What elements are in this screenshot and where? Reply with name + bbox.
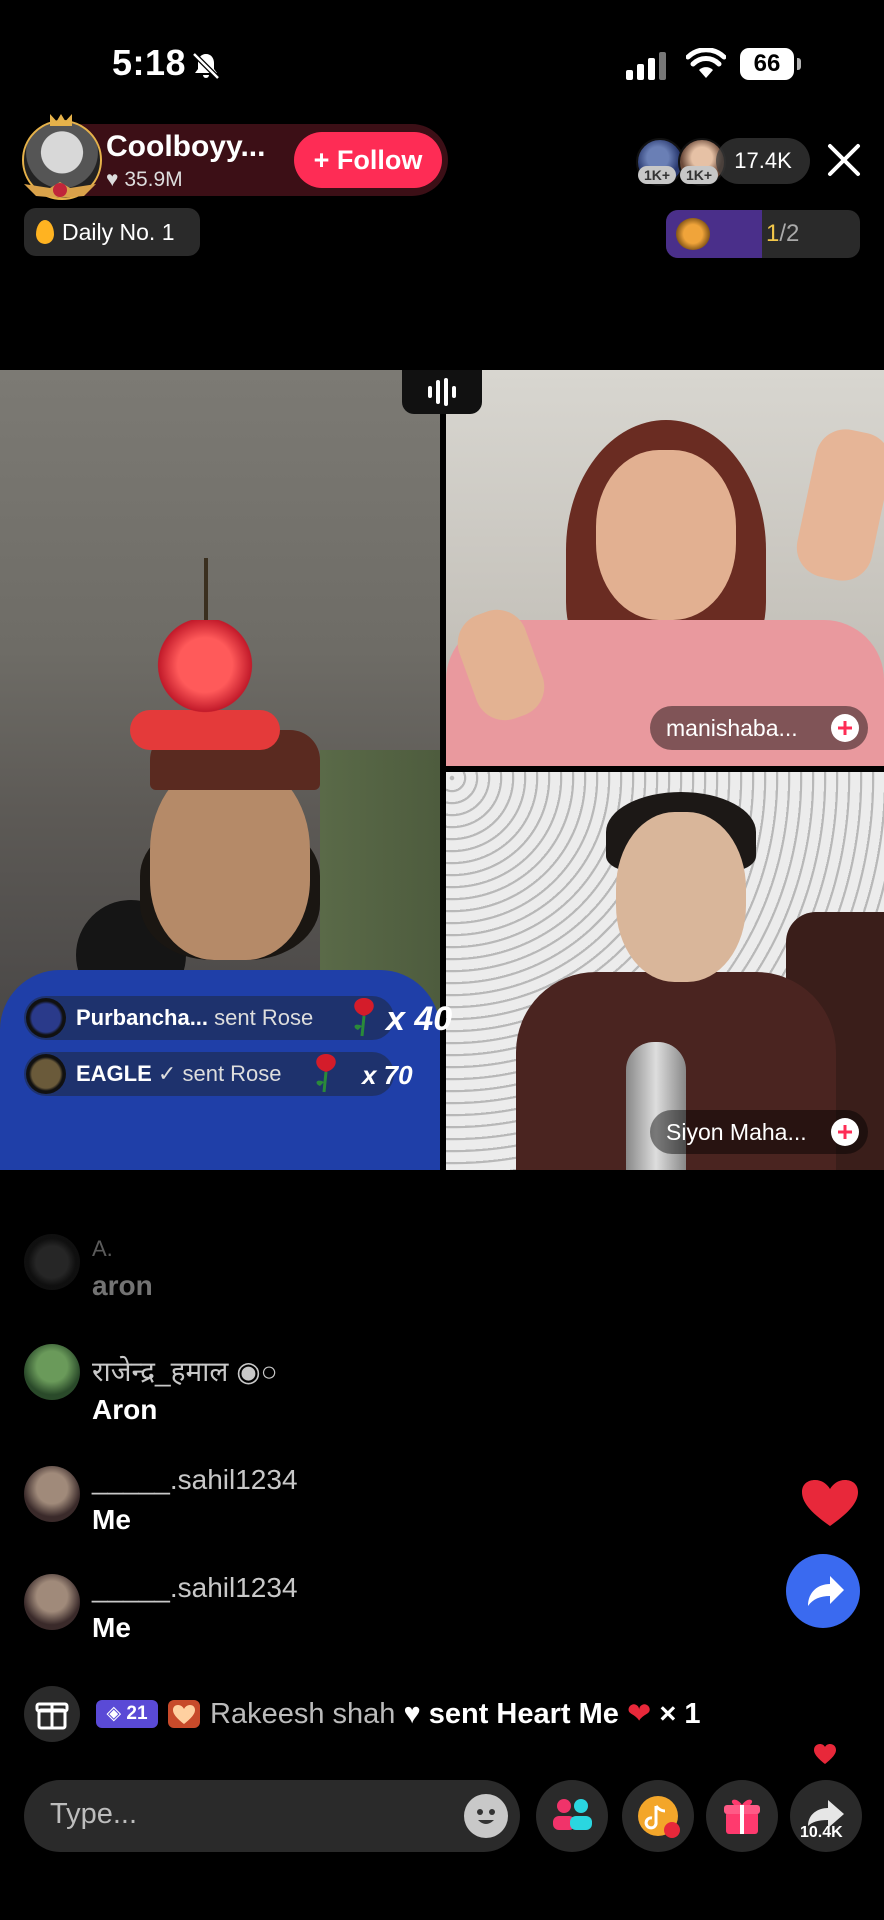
emoji-face-icon — [477, 1809, 495, 1824]
rose-icon — [316, 1054, 336, 1093]
daily-rank-badge[interactable]: Daily No. 1 — [24, 208, 200, 256]
signal-icon — [626, 52, 666, 80]
toast-text: EAGLE ✓ sent Rose — [76, 1061, 282, 1086]
battery-indicator: 66 — [740, 48, 802, 82]
gift-multiplier: x 40 — [386, 1000, 453, 1038]
viewer-badge: 1K+ — [680, 166, 718, 184]
viewer-badge: 1K+ — [638, 166, 676, 184]
match-progress[interactable]: 1/2 — [666, 210, 860, 258]
comment-username[interactable]: _____.sahil1234 — [92, 1464, 298, 1496]
status-time: 5:18 — [112, 42, 187, 83]
toast-text: Purbancha... sent Rose — [76, 1005, 314, 1030]
flame-icon — [36, 220, 54, 244]
comment-placeholder[interactable]: Type... — [50, 1798, 137, 1831]
user-level-badge: ◈ 21 — [96, 1700, 158, 1728]
emoji-button[interactable] — [464, 1794, 508, 1838]
apple-icon: ◉○ — [228, 1356, 278, 1387]
heart-reaction-icon — [814, 1744, 836, 1764]
wifi-icon — [686, 48, 726, 78]
viewer-count[interactable]: 17.4K — [716, 138, 810, 184]
heart-small-icon: ♥ — [106, 168, 119, 191]
gift-announcement: Rakeesh shah ♥ sent Heart Me ❤ × 1 — [210, 1698, 701, 1730]
apple-icon: ✓ — [151, 1061, 183, 1086]
toast-avatar — [26, 1054, 66, 1094]
comment-message: Me — [92, 1504, 131, 1535]
match-count: 1/2 — [766, 220, 800, 247]
bell-muted-icon — [192, 52, 220, 80]
crown-icon — [50, 114, 72, 126]
gift-history-button[interactable] — [24, 1686, 80, 1742]
comment-username[interactable]: _____.sahil1234 — [92, 1572, 298, 1604]
like-heart-icon[interactable] — [800, 1478, 860, 1528]
comment-username[interactable]: राजेन्द्र_हमाल ◉○ — [92, 1352, 278, 1390]
gift-box-icon — [35, 1702, 69, 1730]
comment-avatar[interactable] — [24, 1574, 80, 1630]
host-name[interactable]: Coolboyy... — [106, 130, 265, 164]
fan-heart-badge — [168, 1700, 200, 1728]
coin-music-icon — [638, 1796, 680, 1838]
comment-avatar[interactable] — [24, 1234, 80, 1290]
comment-message: Me — [92, 1612, 131, 1643]
gift-icon — [724, 1799, 760, 1834]
rank-wings-icon — [24, 182, 96, 198]
comment-username[interactable]: A. — [92, 1236, 113, 1262]
comment-message: aron — [92, 1270, 153, 1301]
tiger-icon — [676, 218, 710, 250]
couple-emoji-icon: ♥ — [403, 1698, 421, 1730]
close-icon[interactable] — [826, 142, 862, 178]
audio-layout-handle[interactable] — [402, 370, 482, 414]
main-host-video[interactable] — [0, 370, 440, 1170]
gift-multiplier: x 70 — [362, 1060, 413, 1090]
add-guest-icon[interactable] — [830, 713, 860, 743]
tiktok-promo-button[interactable] — [622, 1780, 694, 1852]
diamond-icon: ◈ — [106, 1703, 127, 1724]
audio-bars-icon — [428, 378, 456, 406]
heart-effect-icon — [150, 620, 260, 720]
share-count: 10.4K — [800, 1824, 843, 1841]
host-likes: ♥ 35.9M — [106, 168, 183, 191]
gift-button[interactable] — [706, 1780, 778, 1852]
share-arrow-icon — [808, 1576, 844, 1606]
heart-gift-icon: ❤ — [626, 1698, 652, 1730]
comment-avatar[interactable] — [24, 1344, 80, 1400]
rose-icon — [354, 998, 374, 1037]
guests-icon — [553, 1799, 592, 1830]
follow-button[interactable]: + Follow — [294, 132, 442, 188]
add-guest-icon[interactable] — [830, 1117, 860, 1147]
comment-message: Aron — [92, 1394, 158, 1425]
share-button[interactable] — [786, 1554, 860, 1628]
comment-avatar[interactable] — [24, 1466, 80, 1522]
multi-guest-button[interactable] — [536, 1780, 608, 1852]
toast-avatar — [26, 998, 66, 1038]
